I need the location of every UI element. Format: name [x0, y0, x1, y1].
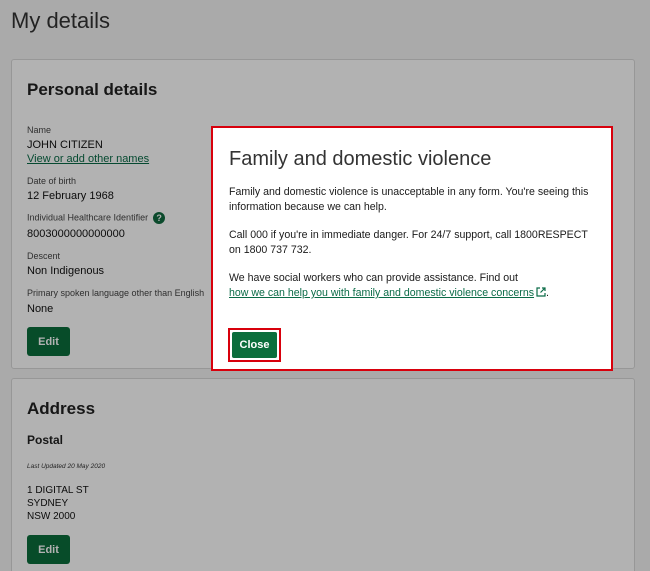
external-link-icon — [536, 287, 546, 297]
modal-paragraph-3-end: . — [546, 287, 549, 299]
close-button[interactable]: Close — [232, 332, 277, 358]
modal-paragraph-1: Family and domestic violence is unaccept… — [229, 186, 589, 213]
fdv-help-link-text[interactable]: how we can help you with family and dome… — [229, 287, 534, 299]
modal-title: Family and domestic violence — [229, 148, 492, 170]
modal-paragraph-3-text: We have social workers who can provide a… — [229, 272, 518, 284]
fdv-help-link[interactable]: how we can help you with family and dome… — [229, 287, 546, 299]
modal-paragraph-3: We have social workers who can provide a… — [229, 271, 599, 301]
modal-paragraph-2: Call 000 if you're in immediate danger. … — [229, 229, 588, 256]
fdv-modal: Family and domestic violence Family and … — [211, 126, 613, 371]
close-button-highlight: Close — [228, 328, 281, 362]
